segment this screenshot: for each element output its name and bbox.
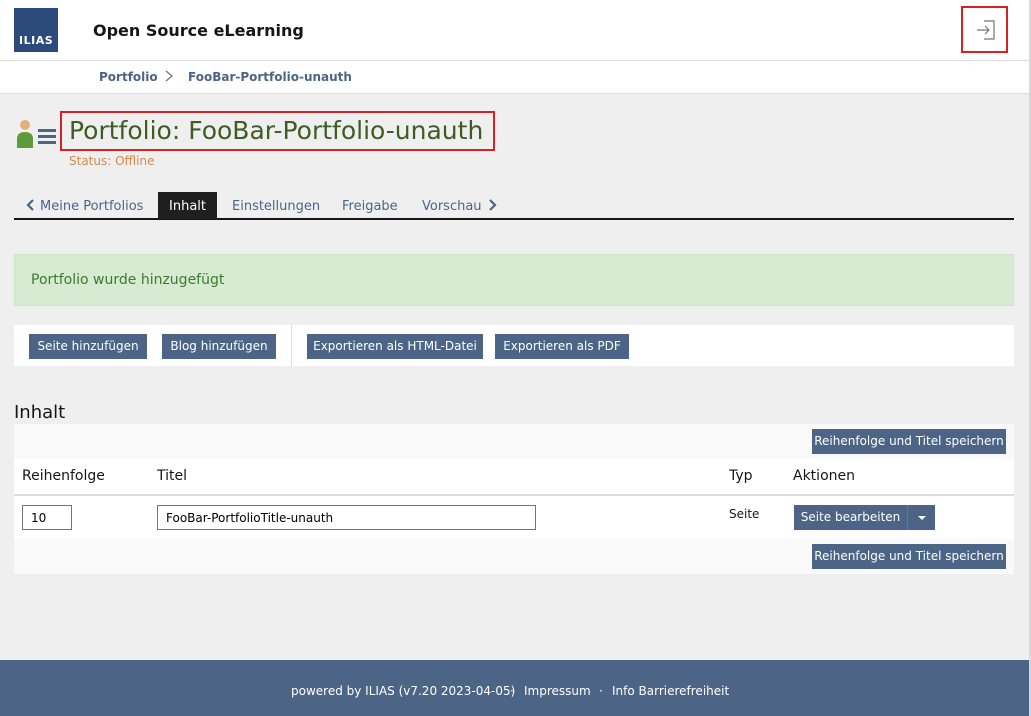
chevron-left-icon — [26, 199, 34, 211]
footer: powered by ILIAS (v7.20 2023-04-05) · Im… — [0, 660, 1031, 716]
column-header-order: Reihenfolge — [22, 468, 105, 484]
footer-powered-by[interactable]: powered by ILIAS (v7.20 2023-04-05) — [291, 684, 515, 698]
tab-vorschau-label: Vorschau — [422, 199, 482, 214]
column-header-actions: Aktionen — [793, 468, 855, 484]
column-header-title: Titel — [157, 468, 188, 484]
actions-dropdown-toggle[interactable] — [907, 505, 935, 530]
tab-einstellungen[interactable]: Einstellungen — [232, 192, 320, 219]
login-button[interactable] — [961, 6, 1008, 53]
save-order-title-button-top[interactable]: Reihenfolge und Titel speichern — [812, 429, 1006, 454]
chevron-right-icon — [164, 69, 174, 87]
tab-freigabe[interactable]: Freigabe — [342, 192, 398, 219]
tab-back-meine-portfolios[interactable]: Meine Portfolios — [26, 192, 143, 219]
site-title: Open Source eLearning — [93, 21, 304, 40]
toolbar: Seite hinzufügen Blog hinzufügen Exporti… — [14, 325, 1014, 366]
edit-page-split-button: Seite bearbeiten — [794, 505, 935, 530]
tab-back-label: Meine Portfolios — [40, 199, 144, 214]
success-alert: Portfolio wurde hinzugefügt — [14, 254, 1014, 306]
breadcrumb-item-portfolio[interactable]: Portfolio — [99, 70, 158, 84]
portfolio-icon — [16, 119, 58, 149]
tab-bar: Meine Portfolios Inhalt Einstellungen Fr… — [14, 192, 1014, 220]
top-header: ILIAS Open Source eLearning — [0, 0, 1031, 61]
page-title-input[interactable] — [157, 505, 536, 530]
page-title: Portfolio: FooBar-Portfolio-unauth — [69, 116, 484, 145]
add-blog-button[interactable]: Blog hinzufügen — [162, 334, 276, 359]
breadcrumb-item-current[interactable]: FooBar-Portfolio-unauth — [188, 70, 352, 84]
logo-text: ILIAS — [19, 34, 54, 47]
tab-vorschau[interactable]: Vorschau — [422, 192, 497, 219]
toolbar-divider — [291, 325, 292, 366]
status-text: Status: Offline — [69, 154, 155, 168]
column-header-type: Typ — [729, 468, 753, 484]
alert-message: Portfolio wurde hinzugefügt — [31, 272, 225, 288]
chevron-right-icon — [488, 199, 497, 211]
add-page-button[interactable]: Seite hinzufügen — [29, 334, 147, 359]
type-cell: Seite — [729, 507, 760, 521]
tab-inhalt[interactable]: Inhalt — [158, 192, 217, 219]
table-row: Seite Seite bearbeiten — [14, 496, 1014, 539]
breadcrumb: Portfolio FooBar-Portfolio-unauth — [0, 61, 1031, 94]
table-header-row: Reihenfolge Titel Typ Aktionen — [14, 459, 1014, 496]
content-table: Reihenfolge und Titel speichern Reihenfo… — [14, 424, 1014, 574]
footer-separator: · — [510, 684, 514, 698]
order-input[interactable] — [22, 505, 72, 530]
export-pdf-button[interactable]: Exportieren als PDF — [495, 334, 629, 359]
footer-impressum-link[interactable]: Impressum — [524, 684, 591, 698]
footer-separator: · — [599, 684, 603, 698]
edit-page-button[interactable]: Seite bearbeiten — [794, 505, 907, 530]
caret-down-icon — [917, 515, 926, 520]
export-html-button[interactable]: Exportieren als HTML-Datei — [307, 334, 483, 359]
sign-in-icon — [976, 19, 995, 40]
ilias-logo[interactable]: ILIAS — [14, 8, 58, 52]
section-heading: Inhalt — [14, 402, 66, 423]
footer-accessibility-link[interactable]: Info Barrierefreiheit — [612, 684, 729, 698]
save-order-title-button-bottom[interactable]: Reihenfolge und Titel speichern — [812, 544, 1006, 569]
